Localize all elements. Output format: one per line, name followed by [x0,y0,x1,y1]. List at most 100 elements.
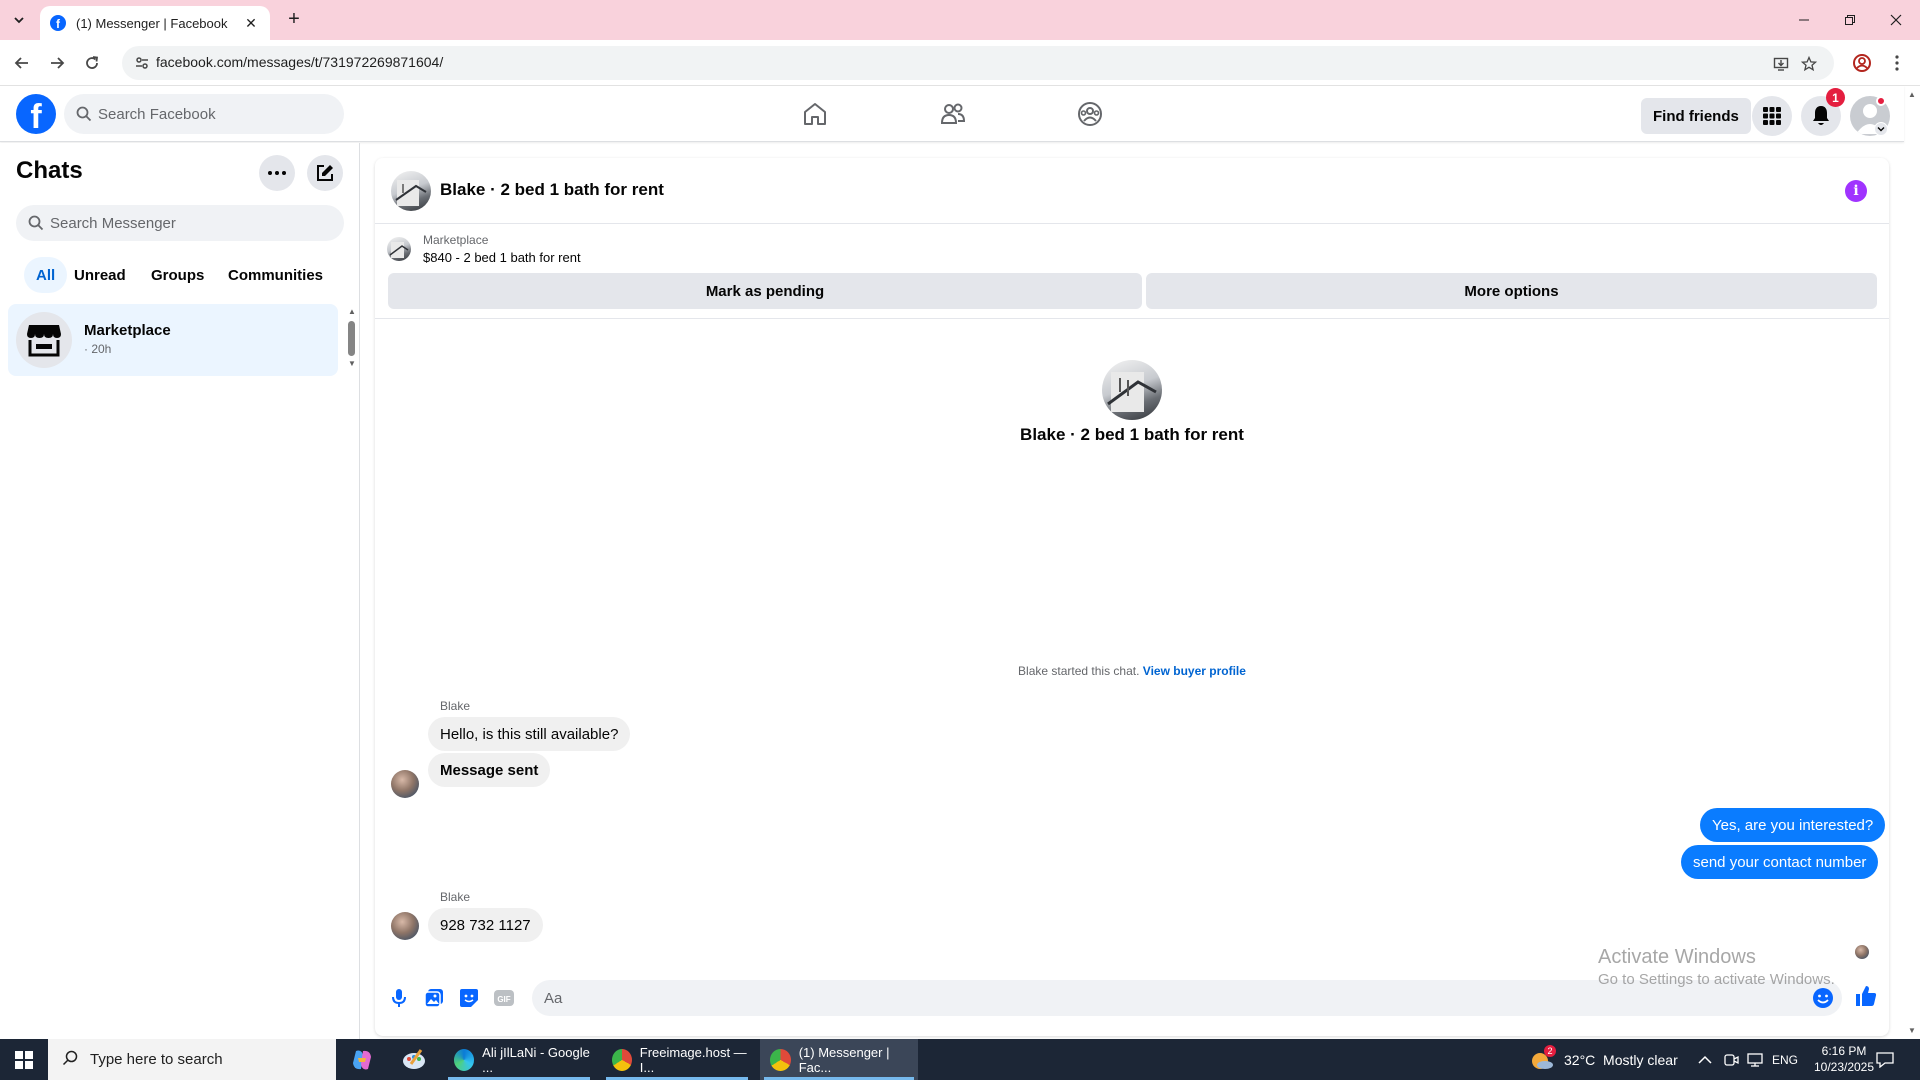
seen-receipt-avatar [1855,945,1869,959]
message-sender-name: Blake [440,890,471,904]
minimize-window-icon[interactable] [1782,6,1826,34]
chrome-profile-icon[interactable] [1850,51,1874,75]
listing-thumbnail-avatar[interactable] [391,171,431,211]
page-scroll-up-arrow-icon[interactable]: ▲ [1908,90,1916,99]
facebook-favicon-icon: f [50,15,66,31]
url-text[interactable]: facebook.com/messages/t/731972269871604/ [156,54,443,70]
taskbar-clock[interactable]: 6:16 PM 10/23/2025 [1808,1043,1880,1075]
groups-icon[interactable] [1072,96,1108,132]
blake-avatar[interactable] [391,912,419,940]
message-sender-name: Blake [440,699,471,713]
incoming-message-bubble[interactable]: Hello, is this still available? [428,717,631,751]
chat-list-scrollbar[interactable] [348,321,355,356]
clock-time: 6:16 PM [1821,1044,1867,1058]
chat-list-item-marketplace[interactable]: Marketplace · 20h [8,304,338,376]
facebook-logo-icon[interactable]: f [16,94,56,134]
taskbar-task-messenger[interactable]: (1) Messenger | Fac... [760,1039,918,1080]
facebook-search-input[interactable] [98,94,334,134]
taskbar-task-freeimage[interactable]: Freeimage.host — I... [602,1039,752,1080]
taskbar-task-label: Freeimage.host — I... [639,1044,747,1075]
meet-now-icon[interactable] [1723,1039,1739,1080]
install-app-icon[interactable] [1772,55,1790,73]
filter-tab-groups[interactable]: Groups [139,257,216,293]
network-icon[interactable] [1746,1039,1764,1080]
incoming-message-bubble[interactable]: Message sent [428,753,551,787]
new-message-compose-icon[interactable] [307,155,343,191]
weather-text: 32°C Mostly clear [1564,1051,1678,1068]
messenger-search-box[interactable] [16,205,344,241]
conversation-title[interactable]: Blake · 2 bed 1 bath for rent [440,180,664,200]
friends-icon[interactable] [935,96,971,132]
marketplace-store-icon [16,312,72,368]
taskbar-task-edge[interactable]: Ali jIlLaNi - Google ... [444,1039,594,1080]
chrome-menu-icon[interactable] [1885,51,1909,75]
outgoing-message-bubble[interactable]: send your contact number [1681,845,1879,879]
weather-alert-badge: 2 [1544,1044,1556,1057]
action-center-icon[interactable] [1876,1039,1894,1080]
facebook-search-box[interactable] [64,94,344,134]
filter-tab-unread[interactable]: Unread [62,257,138,293]
windows-taskbar: Type here to search Ali jIlLaNi - Google… [0,1039,1920,1080]
search-icon [76,106,92,127]
outgoing-message-bubble[interactable]: Yes, are you interested? [1700,808,1886,842]
emoji-picker-icon[interactable] [1812,987,1834,1014]
page-scroll-down-arrow-icon[interactable]: ▼ [1908,1026,1916,1035]
taskbar-task-label: (1) Messenger | Fac... [798,1044,890,1075]
sticker-icon[interactable] [457,986,481,1010]
filter-tab-all[interactable]: All [24,257,68,293]
tab-close-icon[interactable]: ✕ [242,15,260,32]
site-info-icon[interactable] [134,55,150,71]
clock-date: 10/23/2025 [1813,1060,1875,1074]
scroll-up-arrow-icon[interactable]: ▲ [348,307,356,316]
filter-tab-communities[interactable]: Communities [216,257,335,293]
weather-widget[interactable]: 2 32°C Mostly clear [1530,1039,1678,1080]
browser-toolbar: facebook.com/messages/t/731972269871604/ [0,40,1920,86]
taskbar-search-box[interactable]: Type here to search [48,1039,336,1080]
browser-tab-strip: f (1) Messenger | Facebook ✕ + [0,0,1920,40]
listing-small-thumbnail[interactable] [387,237,411,261]
find-friends-button[interactable]: Find friends [1641,98,1751,134]
chat-name: Marketplace [84,322,171,339]
thumbs-up-like-icon[interactable] [1854,984,1878,1008]
back-arrow-icon[interactable] [10,51,34,75]
conversation-header: Blake · 2 bed 1 bath for rent i [375,158,1889,224]
incoming-message-bubble[interactable]: 928 732 1127 [428,908,543,942]
browser-tab-messenger[interactable]: f (1) Messenger | Facebook ✕ [40,6,270,40]
language-indicator[interactable]: ENG [1772,1039,1798,1080]
mark-as-pending-button[interactable]: Mark as pending [388,273,1142,309]
show-hidden-icons-chevron-icon[interactable] [1698,1039,1712,1080]
scroll-down-arrow-icon[interactable]: ▼ [348,359,356,368]
photo-gallery-icon[interactable] [422,986,446,1010]
chrome-browser-icon [612,1048,632,1071]
close-window-icon[interactable] [1874,6,1918,34]
listing-title[interactable]: $840 - 2 bed 1 bath for rent [423,250,581,265]
account-chevron-down-icon[interactable] [1874,122,1888,136]
menu-grid-icon[interactable] [1752,96,1792,136]
messenger-search-input[interactable] [50,205,330,241]
taskbar-task-label: Ali jIlLaNi - Google ... [482,1044,590,1075]
conversation-info-icon[interactable]: i [1845,180,1867,202]
home-icon[interactable] [797,96,833,132]
profile-alert-dot [1876,96,1886,106]
microphone-icon[interactable] [387,986,411,1010]
gif-icon[interactable]: GIF [492,986,516,1010]
search-icon [28,215,44,236]
new-tab-button[interactable]: + [282,8,306,32]
copilot-app-icon[interactable] [344,1039,380,1080]
taskbar-search-placeholder: Type here to search [90,1051,223,1068]
reload-icon[interactable] [80,51,104,75]
bookmark-star-icon[interactable] [1800,55,1818,73]
paint-app-icon[interactable] [396,1039,432,1080]
more-options-dots-icon[interactable] [259,155,295,191]
forward-arrow-icon[interactable] [45,51,69,75]
windows-start-icon[interactable] [0,1039,48,1080]
tab-search-chevron-icon[interactable] [8,9,30,31]
chats-sidebar: Chats All Unread Groups Communities Mark… [0,143,360,1039]
view-buyer-profile-link[interactable]: View buyer profile [1143,664,1246,678]
blake-avatar[interactable] [391,770,419,798]
conversation-center-avatar[interactable] [1102,360,1162,420]
more-options-button[interactable]: More options [1146,273,1877,309]
conversation-panel: Blake · 2 bed 1 bath for rent i Marketpl… [375,158,1889,1036]
address-bar[interactable]: facebook.com/messages/t/731972269871604/ [122,46,1834,80]
restore-window-icon[interactable] [1828,6,1872,34]
